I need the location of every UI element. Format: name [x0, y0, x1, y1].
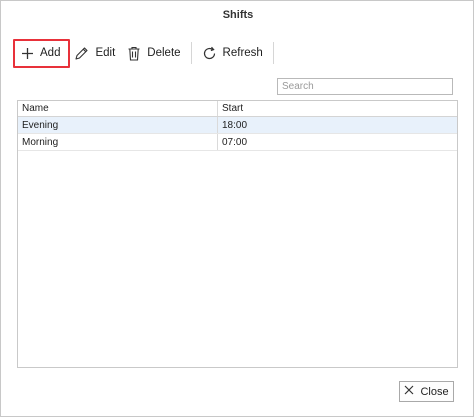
- table-row[interactable]: Evening 18:00: [18, 117, 457, 134]
- cell-name: Morning: [18, 134, 218, 150]
- add-button[interactable]: Add: [11, 39, 70, 68]
- table-row[interactable]: Morning 07:00: [18, 134, 457, 151]
- toolbar-separator: [272, 42, 274, 64]
- toolbar-separator: [190, 42, 192, 64]
- delete-button[interactable]: Delete: [121, 40, 186, 66]
- plus-icon: [21, 47, 34, 60]
- grid-header: Name Start: [18, 101, 457, 117]
- cell-start: 18:00: [222, 119, 248, 131]
- trash-icon: [127, 46, 141, 61]
- edit-button-label: Edit: [95, 47, 116, 59]
- column-header-name[interactable]: Name: [18, 101, 218, 116]
- refresh-icon: [202, 46, 217, 61]
- pencil-icon: [74, 46, 89, 61]
- close-icon: [404, 385, 414, 398]
- search-input[interactable]: [277, 78, 453, 95]
- column-header-start[interactable]: Start: [218, 101, 457, 116]
- edit-button[interactable]: Edit: [68, 40, 121, 66]
- dialog-title: Shifts: [222, 9, 254, 21]
- refresh-button-label: Refresh: [222, 47, 263, 59]
- delete-button-label: Delete: [147, 47, 181, 59]
- close-button[interactable]: Close: [399, 381, 454, 402]
- cell-start: 07:00: [222, 136, 248, 148]
- shifts-dialog: Shifts Add Edit Delete Refresh Search Na…: [0, 0, 474, 417]
- shifts-grid: Name Start Evening 18:00 Morning 07:00: [17, 100, 458, 368]
- toolbar: Add Edit Delete Refresh: [11, 39, 274, 68]
- add-button-label: Add: [40, 47, 61, 59]
- cell-name: Evening: [18, 117, 218, 133]
- refresh-button[interactable]: Refresh: [196, 40, 269, 66]
- close-button-label: Close: [420, 385, 449, 398]
